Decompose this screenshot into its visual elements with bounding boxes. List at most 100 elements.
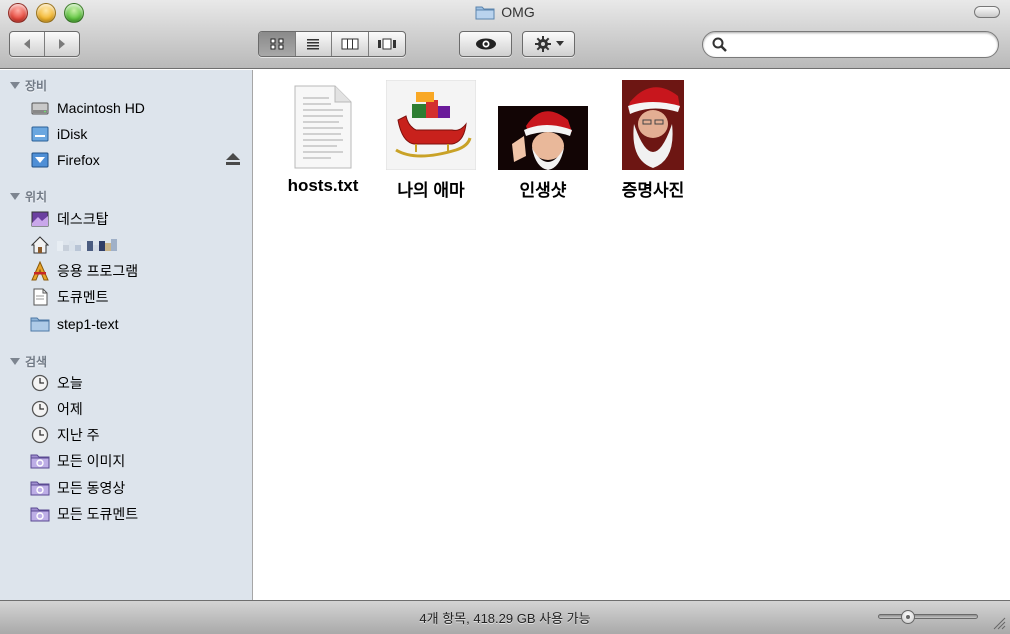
smart-folder-icon — [30, 504, 50, 524]
folder-icon — [475, 6, 495, 19]
text-document-icon — [291, 78, 355, 170]
file-name: hosts.txt — [287, 176, 359, 195]
view-mode-buttons — [258, 31, 406, 57]
status-text: 4개 항목, 418.29 GB 사용 가능 — [419, 611, 591, 626]
sidebar-item-label: 도큐멘트 — [57, 289, 109, 305]
sidebar-item-macintosh-hd[interactable]: Macintosh HD — [30, 97, 250, 119]
sidebar-item-label: 어제 — [57, 401, 83, 417]
sidebar-item-desktop[interactable]: 데스크탑 — [30, 208, 250, 230]
file-browser-content: hosts.txt 나의 애마 인생샷 증명사진 — [254, 70, 1010, 600]
icon-size-slider[interactable] — [878, 610, 978, 624]
file-item[interactable]: 나의 애마 — [376, 78, 486, 201]
chevron-down-icon — [555, 41, 564, 46]
sidebar-item-label: 지난 주 — [57, 427, 100, 443]
hard-drive-icon — [30, 98, 50, 118]
idisk-icon — [30, 124, 50, 144]
file-name: 증명사진 — [621, 181, 685, 200]
sidebar-section-title: 위치 — [25, 190, 48, 204]
icon-view-icon — [270, 38, 284, 50]
sidebar-section-title: 장비 — [25, 79, 48, 93]
quick-look-button[interactable] — [460, 32, 511, 56]
smart-folder-icon — [30, 451, 50, 471]
gear-icon — [534, 36, 551, 52]
sidebar-section-search-for[interactable]: 검색 — [10, 353, 47, 370]
sidebar-item-label: step1-text — [57, 316, 119, 332]
toolbar-toggle-button[interactable] — [974, 6, 1000, 18]
desktop-icon — [30, 209, 50, 229]
action-menu-button[interactable] — [523, 32, 574, 56]
sidebar-item-label: 데스크탑 — [57, 211, 109, 227]
column-view-button[interactable] — [332, 32, 369, 56]
back-arrow-icon — [23, 39, 30, 49]
sidebar-item-step1-text[interactable]: step1-text — [30, 313, 250, 335]
sidebar-item-home[interactable] — [30, 234, 250, 256]
disclosure-triangle-icon — [10, 193, 20, 200]
sidebar-item-documents[interactable]: 도큐멘트 — [30, 286, 250, 308]
santa-photo-icon — [498, 78, 588, 170]
clock-icon — [30, 373, 50, 393]
slider-knob[interactable] — [900, 610, 915, 624]
back-button[interactable] — [10, 32, 45, 56]
sidebar-item-applications[interactable]: 응용 프로그램 — [30, 260, 250, 282]
resize-grip-icon[interactable] — [992, 616, 1006, 630]
sidebar-item-label: 모든 도큐멘트 — [57, 506, 139, 522]
sidebar-section-title: 검색 — [25, 355, 48, 369]
sidebar-item-label: 모든 동영상 — [57, 480, 126, 496]
sleigh-image-icon — [386, 78, 476, 170]
sidebar-item-label: iDisk — [57, 126, 88, 142]
sidebar-item-today[interactable]: 오늘 — [30, 372, 250, 394]
clock-icon — [30, 425, 50, 445]
smart-folder-icon — [30, 478, 50, 498]
file-item[interactable]: 인생샷 — [488, 78, 598, 201]
home-icon — [30, 235, 50, 255]
sidebar-item-all-images[interactable]: 모든 이미지 — [30, 450, 250, 472]
action-button-group — [522, 31, 575, 57]
coverflow-view-icon — [377, 38, 396, 50]
coverflow-view-button[interactable] — [369, 32, 405, 56]
window-title-text: OMG — [501, 4, 535, 20]
icon-view-button[interactable] — [259, 32, 296, 56]
disk-image-icon — [30, 150, 50, 170]
redacted-user-name — [57, 239, 117, 251]
santa-portrait-icon — [622, 78, 684, 170]
search-field[interactable] — [702, 31, 999, 58]
toolbar: OMG — [0, 0, 1010, 69]
sidebar-section-devices[interactable]: 장비 — [10, 77, 47, 94]
status-bar: 4개 항목, 418.29 GB 사용 가능 — [0, 600, 1010, 634]
sidebar-item-past-week[interactable]: 지난 주 — [30, 424, 250, 446]
sidebar-item-label: 오늘 — [57, 375, 83, 391]
search-icon — [712, 37, 727, 52]
disclosure-triangle-icon — [10, 358, 20, 365]
sidebar-item-label: Macintosh HD — [57, 100, 145, 116]
file-item[interactable]: 증명사진 — [598, 78, 708, 201]
sidebar-item-firefox[interactable]: Firefox — [30, 149, 250, 171]
forward-button[interactable] — [45, 32, 80, 56]
list-view-icon — [307, 39, 320, 50]
sidebar-item-label: Firefox — [57, 152, 100, 168]
sidebar-item-idisk[interactable]: iDisk — [30, 123, 250, 145]
applications-icon — [30, 261, 50, 281]
column-view-icon — [341, 38, 359, 50]
finder-window: OMG 장비 Macintosh HD iDisk Firefox 위치 데스크… — [0, 0, 1010, 634]
sidebar: 장비 Macintosh HD iDisk Firefox 위치 데스크탑 응용… — [0, 70, 253, 600]
search-input[interactable] — [731, 35, 986, 54]
quick-look-button-group — [459, 31, 512, 57]
sidebar-item-all-documents[interactable]: 모든 도큐멘트 — [30, 503, 250, 525]
sidebar-item-all-movies[interactable]: 모든 동영상 — [30, 477, 250, 499]
navigation-buttons — [9, 31, 80, 57]
sidebar-item-yesterday[interactable]: 어제 — [30, 398, 250, 420]
eject-icon[interactable] — [226, 153, 240, 165]
folder-icon — [30, 314, 50, 334]
file-name: 나의 애마 — [397, 181, 465, 200]
list-view-button[interactable] — [296, 32, 332, 56]
documents-icon — [30, 287, 50, 307]
file-item[interactable]: hosts.txt — [268, 78, 378, 196]
file-name: 인생샷 — [519, 181, 567, 200]
eye-icon — [475, 38, 496, 50]
sidebar-item-label: 응용 프로그램 — [57, 263, 139, 279]
forward-arrow-icon — [58, 39, 65, 49]
window-title: OMG — [0, 4, 1010, 20]
disclosure-triangle-icon — [10, 82, 20, 89]
sidebar-section-places[interactable]: 위치 — [10, 188, 47, 205]
sidebar-item-label: 모든 이미지 — [57, 453, 126, 469]
